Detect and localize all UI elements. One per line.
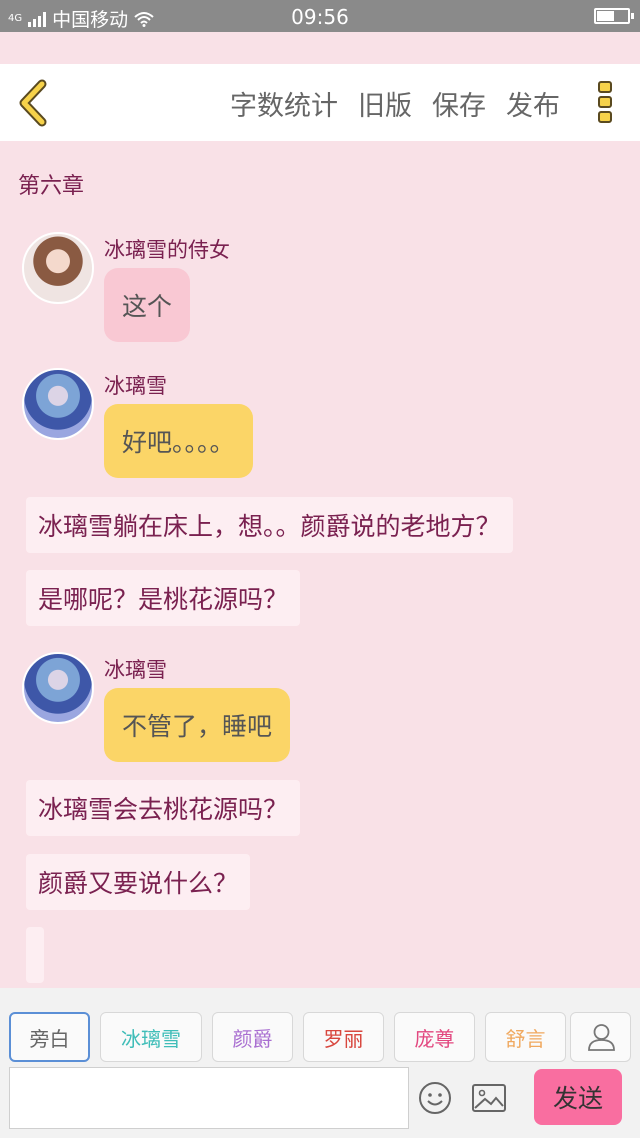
word-count-button[interactable]: 字数统计	[230, 84, 338, 123]
character-button[interactable]: 舒言	[485, 1012, 566, 1062]
compose-panel: 旁白 冰璃雪 颜爵 罗丽 庞尊 舒言 发送	[0, 988, 640, 1138]
image-icon[interactable]	[472, 1084, 506, 1112]
old-version-button[interactable]: 旧版	[358, 84, 412, 123]
battery-level	[597, 11, 614, 21]
character-narrator-button[interactable]: 旁白	[9, 1012, 90, 1062]
narration-line[interactable]: 是哪呢？是桃花源吗？	[26, 570, 301, 626]
save-button[interactable]: 保存	[432, 84, 486, 123]
more-dot-icon	[598, 111, 612, 123]
status-time: 09:56	[291, 5, 349, 29]
header-actions: 字数统计 旧版 保存 发布	[230, 84, 560, 123]
sender-name: 冰璃雪	[104, 374, 167, 398]
character-button[interactable]: 罗丽	[303, 1012, 384, 1062]
editor-header: 字数统计 旧版 保存 发布	[0, 64, 640, 141]
sender-name: 冰璃雪的侍女	[104, 238, 230, 262]
avatar[interactable]	[22, 368, 94, 440]
character-button[interactable]: 庞尊	[394, 1012, 475, 1062]
character-button[interactable]: 颜爵	[212, 1012, 293, 1062]
narration-line[interactable]: 冰璃雪会去桃花源吗？	[26, 780, 301, 836]
character-selector: 旁白 冰璃雪 颜爵 罗丽 庞尊 舒言	[9, 1012, 566, 1062]
message-input[interactable]	[9, 1067, 409, 1129]
status-bar: 4G 中国移动 09:56	[0, 0, 640, 32]
chat-bubble[interactable]: 这个	[104, 268, 191, 342]
send-button[interactable]: 发送	[534, 1069, 622, 1125]
chat-bubble[interactable]: 不管了，睡吧	[104, 688, 291, 762]
more-dot-icon	[598, 81, 612, 93]
narration-line[interactable]: 颜爵又要说什么？	[26, 854, 251, 910]
narration-line[interactable]: 冰璃雪躺在床上，想。。颜爵说的老地方？	[26, 497, 513, 553]
sender-name: 冰璃雪	[104, 658, 167, 682]
empty-line-placeholder[interactable]	[26, 927, 44, 983]
add-character-button[interactable]	[570, 1012, 631, 1062]
user-icon	[588, 1024, 615, 1051]
chat-bubble[interactable]: 好吧。。。。	[104, 404, 253, 478]
avatar[interactable]	[22, 652, 94, 724]
more-menu-button[interactable]	[598, 81, 614, 127]
chapter-title: 第六章	[18, 174, 85, 199]
publish-button[interactable]: 发布	[506, 84, 560, 123]
emoji-icon[interactable]	[418, 1081, 452, 1115]
battery-icon	[594, 8, 634, 24]
avatar[interactable]	[22, 232, 94, 304]
back-button[interactable]	[14, 78, 54, 128]
character-button[interactable]: 冰璃雪	[100, 1012, 202, 1062]
top-strip	[0, 32, 640, 64]
more-dot-icon	[598, 96, 612, 108]
